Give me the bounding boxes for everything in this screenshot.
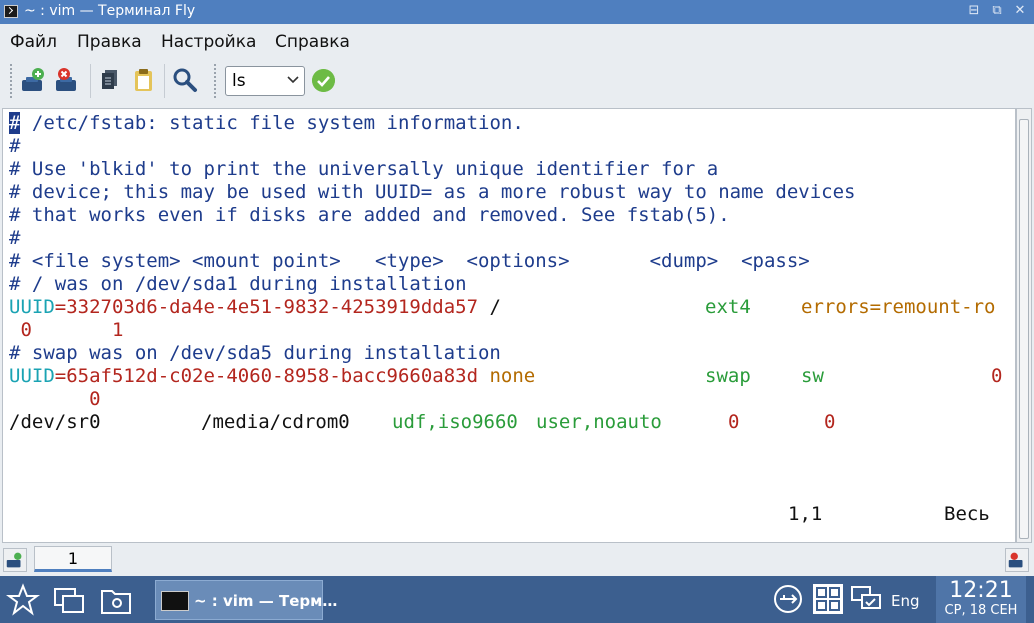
taskbar-item-label: ~ : vim — Терм… xyxy=(194,592,338,610)
copy-icon[interactable] xyxy=(96,66,124,94)
text-cursor: # xyxy=(9,112,21,134)
terminal-app-icon xyxy=(4,5,18,18)
terminal-line: # /etc/fstab: static file system informa… xyxy=(9,112,524,134)
terminal-view[interactable]: # /etc/fstab: static file system informa… xyxy=(2,108,1016,543)
menu-help[interactable]: Справка xyxy=(275,32,350,52)
fs-options: sw xyxy=(801,365,824,387)
menu-bar: Файл Правка Настройка Справка xyxy=(0,24,1034,58)
terminal-icon xyxy=(161,591,189,611)
terminal-line: # Use 'blkid' to print the universally u… xyxy=(9,158,719,180)
vertical-scrollbar[interactable] xyxy=(1016,108,1032,543)
session-tabbar: 1 xyxy=(0,544,1034,576)
command-combobox[interactable]: ls xyxy=(225,66,305,96)
find-icon[interactable] xyxy=(171,66,199,94)
terminal-line: # / was on /dev/sda1 during installation xyxy=(9,273,467,295)
toolbar-separator xyxy=(164,64,165,98)
taskbar-item-terminal[interactable]: ~ : vim — Терм… xyxy=(155,580,337,620)
window-titlebar: ~ : vim — Терминал Fly ⊟ ⧉ ✕ xyxy=(0,0,1034,24)
terminal-line: # <file system> <mount point> <type> <op… xyxy=(9,250,810,272)
terminal-line: # swap was on /dev/sda5 during installat… xyxy=(9,342,501,364)
start-menu-star-icon[interactable] xyxy=(6,583,40,617)
menu-edit[interactable]: Правка xyxy=(77,32,142,52)
toolbar-grip[interactable] xyxy=(10,64,18,98)
terminal-line: # xyxy=(9,227,21,249)
fs-type: swap xyxy=(705,365,751,387)
fs-type: ext4 xyxy=(705,296,751,318)
run-icon[interactable] xyxy=(312,69,335,92)
window-title: ~ : vim — Терминал Fly xyxy=(24,3,196,19)
fs-dump: 0 xyxy=(728,411,740,433)
minimize-button[interactable]: ⊟ xyxy=(966,3,982,19)
menu-file[interactable]: Файл xyxy=(10,32,57,52)
new-tab-icon[interactable] xyxy=(3,548,27,572)
terminal-line: # device; this may be used with UUID= as… xyxy=(9,181,856,203)
clock-time: 12:21 xyxy=(949,578,1013,603)
menu-settings[interactable]: Настройка xyxy=(161,32,256,52)
toolbar-grip[interactable] xyxy=(214,64,222,98)
close-tab-icon[interactable] xyxy=(1005,548,1029,572)
terminal-line: UUID=65af512d-c02e-4060-8958-bacc9660a83… xyxy=(9,365,536,387)
fs-dump: 0 xyxy=(991,365,1003,387)
restore-button[interactable]: ⧉ xyxy=(989,3,1005,19)
terminal-line: /dev/sr0 xyxy=(9,411,101,433)
scroll-status: Весь xyxy=(944,503,990,525)
file-manager-icon[interactable] xyxy=(99,583,133,617)
paste-icon[interactable] xyxy=(130,66,158,94)
usb-icon[interactable] xyxy=(772,583,804,615)
toolbar: ls xyxy=(0,58,1034,106)
chevron-down-icon xyxy=(287,76,299,84)
new-session-icon[interactable] xyxy=(20,66,48,94)
taskbar: ~ : vim — Терм… Eng 12:21 СР, 18 СЕН xyxy=(0,576,1034,623)
terminal-line: 0 xyxy=(9,388,101,410)
fs-options: user,noauto xyxy=(536,411,662,433)
clock[interactable]: 12:21 СР, 18 СЕН xyxy=(936,576,1026,623)
tab-session-1[interactable]: 1 xyxy=(34,546,112,572)
terminal-line: # xyxy=(9,135,21,157)
terminal-line: # that works even if disks are added and… xyxy=(9,204,730,226)
close-button[interactable]: ✕ xyxy=(1012,3,1028,19)
terminal-line: 0 1 xyxy=(9,319,124,341)
close-session-icon[interactable] xyxy=(54,66,82,94)
fs-type: udf,iso9660 xyxy=(392,411,518,433)
network-icon[interactable] xyxy=(850,583,882,615)
keyboard-layout-indicator[interactable]: Eng xyxy=(891,592,920,610)
toolbar-separator xyxy=(90,64,91,98)
mount-point: /media/cdrom0 xyxy=(201,411,350,433)
show-windows-icon[interactable] xyxy=(52,583,86,617)
clock-date: СР, 18 СЕН xyxy=(944,603,1018,618)
desktop-switcher-icon[interactable] xyxy=(812,583,844,615)
fs-options: errors=remount-ro xyxy=(801,296,996,318)
command-value: ls xyxy=(232,71,246,91)
terminal-line: UUID=332703d6-da4e-4e51-9832-4253919dda5… xyxy=(9,296,501,318)
scrollbar-thumb[interactable] xyxy=(1019,119,1029,539)
fs-pass: 0 xyxy=(824,411,836,433)
cursor-position: 1,1 xyxy=(788,503,823,525)
